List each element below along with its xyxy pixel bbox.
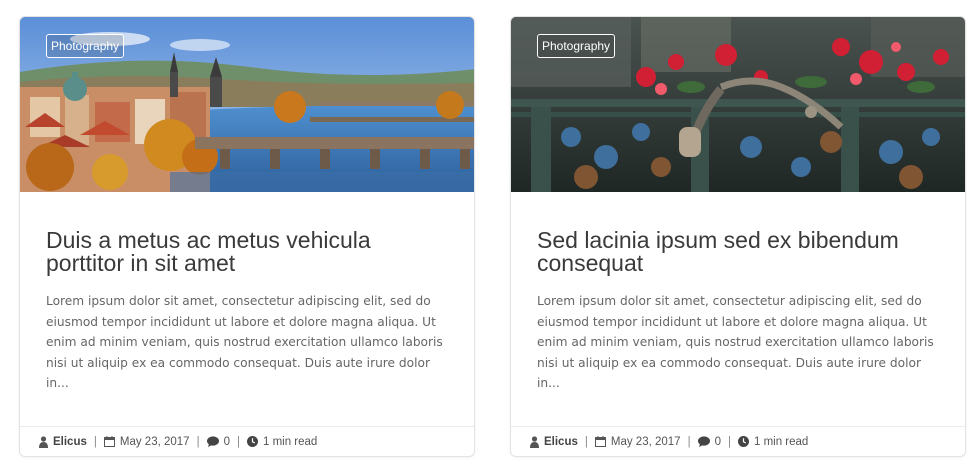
clock-icon — [246, 436, 258, 447]
user-icon — [39, 435, 48, 448]
comment-count[interactable]: 0 — [224, 436, 230, 448]
blog-grid: Photography Duis a metus ac metus vehicu… — [0, 0, 980, 472]
meta-separator: | — [584, 435, 588, 448]
meta-separator: | — [236, 435, 240, 448]
post-date: May 23, 2017 — [610, 435, 681, 448]
clock-icon — [737, 436, 749, 447]
blog-card: Photography Duis a metus ac metus vehicu… — [19, 16, 475, 457]
read-time: 1 min read — [262, 435, 318, 448]
blog-card: Photography Sed lacinia ipsum sed ex bib… — [510, 16, 966, 457]
comment-icon — [206, 436, 219, 447]
post-title[interactable]: Duis a metus ac metus vehicula porttitor… — [46, 229, 446, 275]
comment-count[interactable]: 0 — [715, 436, 721, 448]
post-excerpt: Lorem ipsum dolor sit amet, consectetur … — [537, 294, 934, 390]
post-image-city-bridge[interactable]: Photography — [20, 17, 474, 192]
post-title[interactable]: Sed lacinia ipsum sed ex bibendum conseq… — [537, 229, 937, 275]
category-badge[interactable]: Photography — [537, 34, 616, 58]
post-meta: Elicus | May 23, 2017 | 0 | 1 min read — [20, 426, 474, 456]
post-date: May 23, 2017 — [119, 435, 190, 448]
author-link[interactable]: Elicus — [53, 436, 87, 448]
comment-icon — [697, 436, 710, 447]
user-icon — [530, 435, 539, 448]
meta-separator: | — [727, 435, 731, 448]
category-badge[interactable]: Photography — [46, 34, 125, 58]
meta-separator: | — [196, 435, 200, 448]
post-meta: Elicus | May 23, 2017 | 0 | 1 min read — [511, 426, 965, 456]
meta-separator: | — [93, 435, 97, 448]
meta-separator: | — [687, 435, 691, 448]
post-excerpt: Lorem ipsum dolor sit amet, consectetur … — [46, 294, 443, 390]
post-image-bicycle-flowers[interactable]: Photography — [511, 17, 965, 192]
read-time: 1 min read — [753, 435, 809, 448]
calendar-icon — [594, 436, 606, 447]
author-link[interactable]: Elicus — [544, 436, 578, 448]
calendar-icon — [103, 436, 115, 447]
